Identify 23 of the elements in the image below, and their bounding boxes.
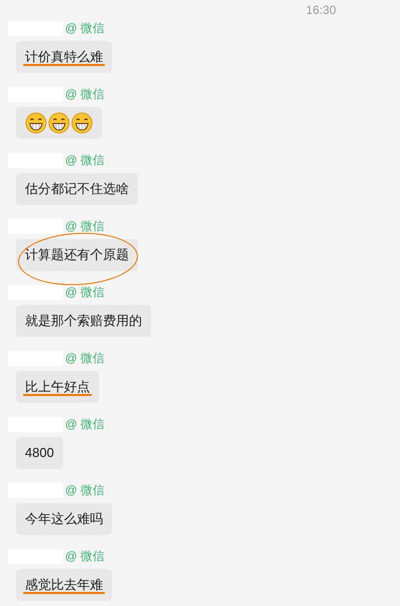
sender-tag: @ 微信 bbox=[65, 481, 105, 499]
message-bubble: 今年这么难吗 bbox=[16, 503, 112, 535]
sender-tag: @ 微信 bbox=[65, 85, 105, 103]
sender-tag: @ 微信 bbox=[65, 547, 105, 565]
grinning-face-icon bbox=[71, 112, 93, 134]
message-bubble: 比上午好点 bbox=[16, 371, 99, 403]
message-bubble: 计算题还有个原题 bbox=[16, 239, 138, 271]
redaction-block bbox=[8, 284, 63, 300]
sender-tag: @ 微信 bbox=[65, 415, 105, 433]
message-bubble: 估分都记不住选啥 bbox=[16, 173, 138, 205]
message-bubble: 感觉比去年难 bbox=[16, 569, 112, 601]
message-bubble: 计价真特么难 bbox=[16, 41, 112, 73]
grinning-face-icon bbox=[48, 112, 70, 134]
timestamp: 16:30 bbox=[306, 2, 336, 19]
sender-tag: @ 微信 bbox=[65, 19, 105, 37]
message-bubble: 就是那个索赔费用的 bbox=[16, 305, 151, 337]
sender-tag: @ 微信 bbox=[65, 217, 105, 235]
sender-tag: @ 微信 bbox=[65, 349, 105, 367]
grinning-face-icon bbox=[25, 112, 47, 134]
redaction-block bbox=[8, 218, 63, 234]
message-bubble: 4800 bbox=[16, 437, 63, 469]
sender-tag: @ 微信 bbox=[65, 283, 105, 301]
sender-tag: @ 微信 bbox=[65, 151, 105, 169]
